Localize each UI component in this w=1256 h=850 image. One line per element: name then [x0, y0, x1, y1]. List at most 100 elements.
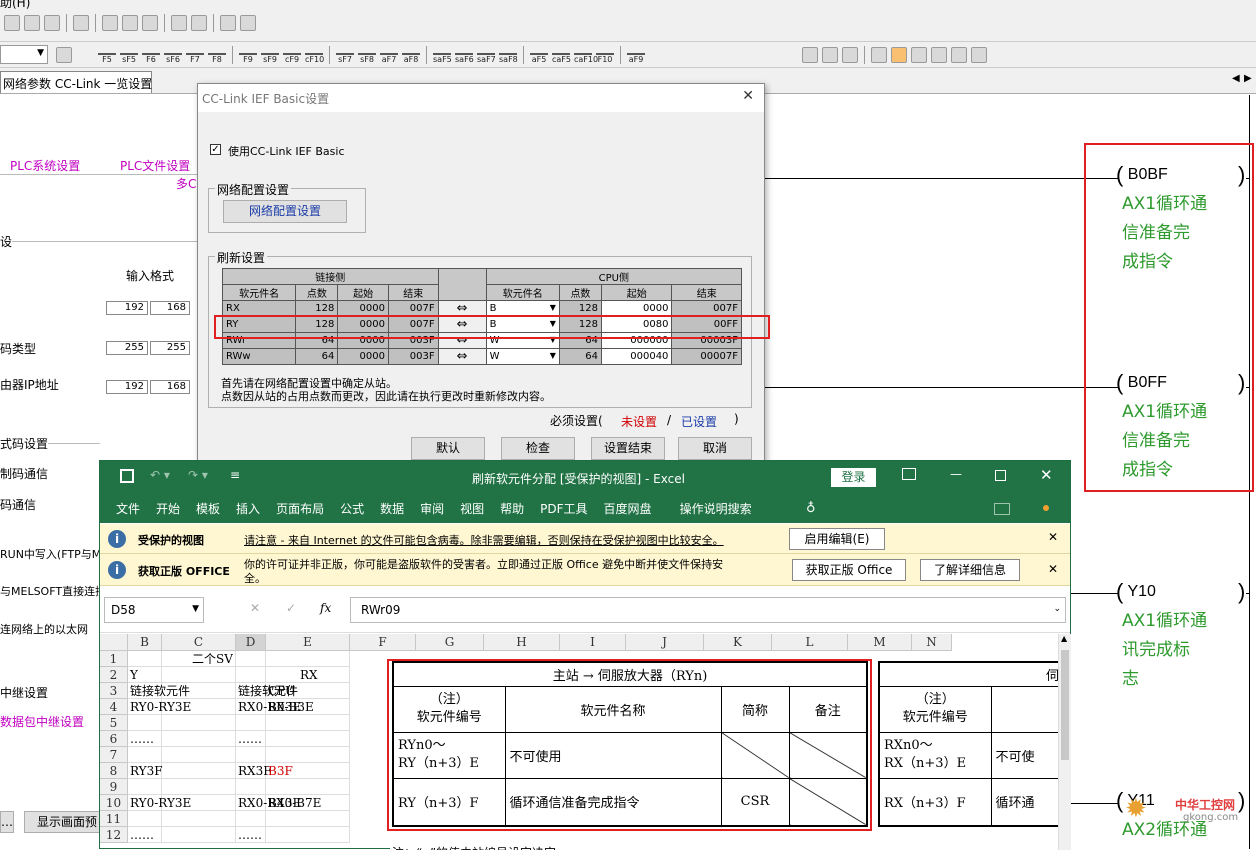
fkey-button[interactable]: F9 — [239, 45, 257, 64]
close-icon[interactable]: ✕ — [1048, 562, 1058, 576]
ribbon-tab[interactable]: 数据 — [380, 495, 404, 523]
column-header[interactable]: L — [772, 634, 848, 651]
fkey-button[interactable]: caF10 — [574, 45, 598, 64]
fkey-button[interactable]: aF7 — [380, 45, 398, 64]
chart-icon[interactable] — [240, 15, 256, 31]
mask-octet[interactable]: 255 — [106, 341, 148, 355]
column-header[interactable]: I — [560, 634, 626, 651]
sheet-cell[interactable]: …… — [128, 827, 154, 843]
qat-more-icon[interactable]: ≡ — [230, 468, 240, 482]
column-header[interactable]: D — [236, 634, 266, 651]
function-icon[interactable]: fx — [320, 601, 331, 615]
close-icon[interactable]: ✕ — [1040, 466, 1053, 484]
cancel-formula-icon[interactable]: ✕ — [250, 601, 260, 615]
toolbar-icon[interactable] — [44, 15, 60, 31]
ribbon-tab[interactable]: 开始 — [156, 495, 180, 523]
ribbon-tab[interactable]: 公式 — [340, 495, 364, 523]
check-button[interactable]: 检查 — [501, 437, 575, 460]
network-config-button[interactable]: 网络配置设置 — [223, 200, 347, 223]
read-icon[interactable] — [191, 15, 207, 31]
ip-octet[interactable]: 168 — [150, 301, 190, 315]
fkey-button[interactable]: cF9 — [283, 45, 301, 64]
row-header[interactable]: 5 — [100, 715, 128, 731]
row-header[interactable]: 9 — [100, 779, 128, 795]
row-header[interactable]: 12 — [100, 827, 128, 843]
row-header[interactable]: 2 — [100, 667, 128, 683]
redo-icon[interactable]: ↷ ▾ — [188, 468, 208, 482]
sheet-cell[interactable]: RY3F — [128, 763, 163, 779]
cancel-button[interactable]: 取消 — [678, 437, 752, 460]
fkey-button[interactable]: saF8 — [499, 45, 518, 64]
search-icon[interactable] — [911, 47, 927, 63]
row-header[interactable]: 3 — [100, 683, 128, 699]
fkey-button[interactable]: sF8 — [358, 45, 376, 64]
close-icon[interactable]: ✕ — [742, 88, 754, 104]
get-genuine-button[interactable]: 获取正版 Office — [792, 559, 906, 581]
fkey-button[interactable]: F10 — [596, 45, 614, 64]
fkey-button[interactable]: sF9 — [261, 45, 279, 64]
column-header[interactable]: J — [626, 634, 704, 651]
small-button[interactable]: … — [0, 811, 14, 833]
fkey-button[interactable]: aF9 — [627, 45, 645, 64]
ribbon-display-icon[interactable] — [902, 468, 916, 480]
display-preview-button[interactable]: 显示画面预 — [24, 811, 102, 833]
ladder-icon[interactable] — [102, 15, 118, 31]
formula-input[interactable]: RWr09 ⌄ — [350, 597, 1066, 623]
router-octet[interactable]: 192 — [106, 380, 148, 394]
ribbon-tab[interactable]: 文件 — [116, 495, 140, 523]
vertical-scrollbar[interactable]: ▲ — [1058, 634, 1071, 850]
fkey-button[interactable]: cF10 — [305, 45, 324, 64]
sheet-cell[interactable]: RY0-RY3E — [128, 699, 191, 715]
save-icon[interactable] — [120, 469, 134, 483]
sheet-cell[interactable]: …… — [128, 731, 154, 747]
ladder-icon[interactable] — [142, 15, 158, 31]
fkey-button[interactable]: sF6 — [164, 45, 182, 64]
toolbar-icon[interactable] — [4, 15, 20, 31]
ip-octet[interactable]: 192 — [106, 301, 148, 315]
finish-button[interactable]: 设置结束 — [591, 437, 665, 460]
fkey-button[interactable]: aF8 — [402, 45, 420, 64]
router-octet[interactable]: 168 — [150, 380, 190, 394]
ribbon-tab[interactable]: 帮助 — [500, 495, 524, 523]
row-header[interactable]: 1 — [100, 651, 128, 667]
toolbar-icon[interactable] — [891, 47, 907, 63]
tab-multi-cpu[interactable]: 多C — [176, 175, 196, 192]
tab-plc-system[interactable]: PLC系统设置 — [10, 157, 80, 174]
login-button[interactable]: 登录 — [831, 468, 876, 487]
toolbar-icon[interactable] — [931, 47, 947, 63]
column-header[interactable]: H — [484, 634, 560, 651]
comment-icon[interactable] — [994, 503, 1010, 515]
menu-help[interactable]: 助(H) — [0, 0, 30, 11]
column-header[interactable]: C — [162, 634, 236, 651]
sheet-cell[interactable]: RY0-RY3E — [128, 795, 191, 811]
ribbon-tab[interactable]: 模板 — [196, 495, 220, 523]
column-header[interactable]: F — [350, 634, 416, 651]
ribbon-tab[interactable]: 视图 — [460, 495, 484, 523]
ribbon-tab[interactable]: 百度网盘 — [604, 495, 652, 523]
row-header[interactable]: 6 — [100, 731, 128, 747]
ribbon-tab[interactable]: PDF工具 — [540, 495, 587, 523]
close-icon[interactable]: ✕ — [1048, 530, 1058, 544]
column-header[interactable]: E — [266, 634, 350, 651]
sheet-cell[interactable]: B3F — [266, 763, 293, 779]
sheet-cell[interactable]: 二个SV — [190, 651, 233, 667]
name-box[interactable]: D58 ▼ — [104, 597, 204, 623]
column-header[interactable]: N — [912, 634, 952, 651]
confirm-formula-icon[interactable]: ✓ — [286, 601, 296, 615]
fkey-button[interactable]: F5 — [98, 45, 116, 64]
tab-network-params[interactable]: 网络参数 CC-Link 一览设置 — [0, 71, 152, 93]
row-header[interactable]: 4 — [100, 699, 128, 715]
maximize-icon[interactable] — [995, 470, 1006, 481]
page-icon[interactable] — [56, 47, 72, 63]
undo-icon[interactable]: ↶ ▾ — [150, 468, 170, 482]
sheet-cell[interactable]: …… — [236, 731, 262, 747]
minimize-icon[interactable]: — — [950, 467, 962, 481]
monitor-icon[interactable] — [73, 15, 89, 31]
start-input[interactable]: 000040 — [600, 348, 673, 365]
row-header[interactable]: 8 — [100, 763, 128, 779]
sheet-cell[interactable]: B0-B3E — [266, 699, 314, 715]
sheet-cell[interactable]: …… — [236, 827, 262, 843]
toolbar-icon[interactable] — [842, 47, 858, 63]
zoom-icon[interactable] — [971, 47, 987, 63]
toolbar-icon[interactable] — [822, 47, 838, 63]
